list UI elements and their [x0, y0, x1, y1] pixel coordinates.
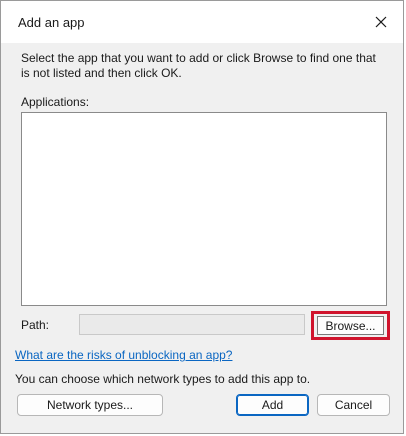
browse-button[interactable]: Browse...: [317, 316, 384, 335]
unblock-risks-link[interactable]: What are the risks of unblocking an app?: [15, 348, 232, 362]
network-types-note: You can choose which network types to ad…: [15, 372, 311, 386]
title-bar: Add an app: [1, 1, 403, 43]
path-label: Path:: [21, 318, 50, 332]
close-button[interactable]: [366, 7, 396, 37]
path-input[interactable]: [79, 314, 305, 335]
add-app-dialog: Add an app Select the app that you want …: [0, 0, 404, 434]
instructions-text: Select the app that you want to add or c…: [21, 51, 376, 80]
add-button[interactable]: Add: [236, 394, 309, 416]
close-icon: [375, 16, 387, 28]
dialog-title: Add an app: [18, 15, 85, 30]
applications-label: Applications:: [21, 95, 90, 109]
cancel-button[interactable]: Cancel: [317, 394, 390, 416]
applications-list[interactable]: [21, 112, 387, 306]
network-types-button[interactable]: Network types...: [17, 394, 163, 416]
